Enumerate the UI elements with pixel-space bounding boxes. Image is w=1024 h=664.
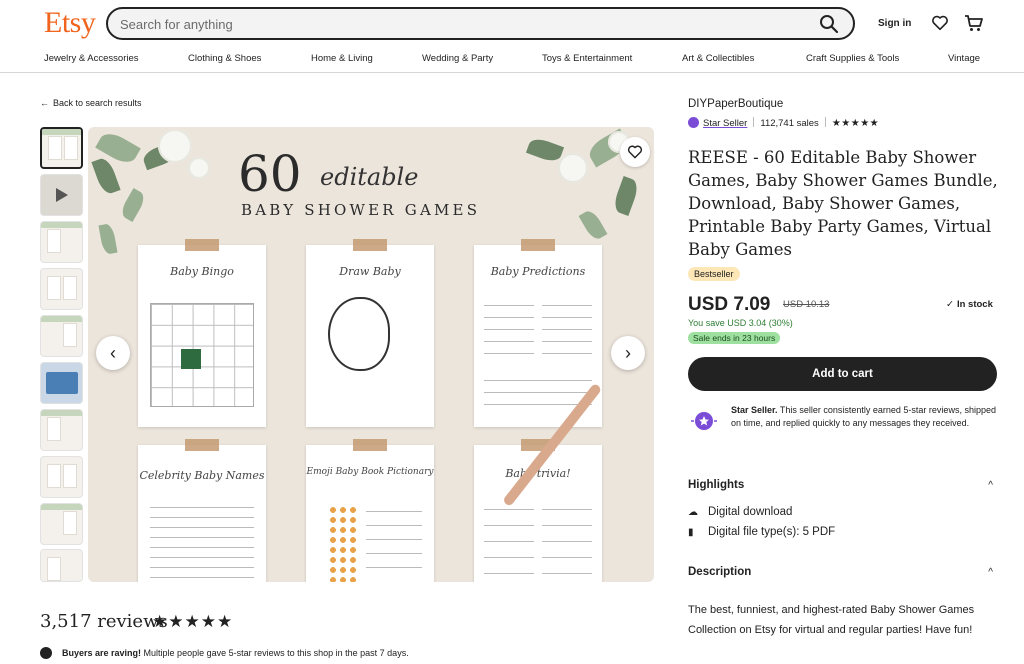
thumbnail-9[interactable]: [40, 503, 83, 545]
current-price: USD 7.09: [688, 294, 771, 315]
description-heading: Description: [688, 566, 752, 578]
card-emoji-pictionary: Emoji Baby Book Pictionary: [306, 439, 434, 582]
shop-rating-stars[interactable]: ★★★★★: [832, 118, 879, 129]
original-price: USD 10.13: [783, 299, 830, 310]
header-divider: [0, 72, 1024, 73]
next-image-button[interactable]: ›: [611, 336, 645, 370]
image-title-number: 60: [238, 145, 302, 203]
thumbnail-7[interactable]: [40, 409, 83, 451]
thumbnail-4[interactable]: [40, 268, 83, 310]
thumbnail-5[interactable]: [40, 315, 83, 357]
savings-text: You save USD 3.04 (30%): [688, 318, 793, 328]
star-seller-icon: [688, 117, 699, 128]
thumbnail-3[interactable]: [40, 221, 83, 263]
highlight-digital-download: ☁ Digital download: [688, 506, 792, 518]
thumbnail-1[interactable]: [40, 127, 83, 169]
thumbnail-8[interactable]: [40, 456, 83, 498]
image-title-script: editable: [320, 163, 419, 191]
category-vintage[interactable]: Vintage: [948, 53, 980, 64]
star-seller-bold: Star Seller.: [731, 405, 778, 415]
chevron-up-icon: ^: [988, 480, 993, 491]
highlight-label: Digital file type(s): 5 PDF: [708, 526, 836, 538]
card-title: Baby Predictions: [490, 265, 586, 278]
chevron-left-icon: ‹: [110, 343, 116, 363]
star-seller-description: Star Seller. This seller consistently ea…: [731, 404, 997, 429]
category-craft[interactable]: Craft Supplies & Tools: [806, 53, 899, 64]
image-subtitle: BABY SHOWER GAMES: [241, 201, 481, 219]
chevron-up-icon: ^: [988, 567, 993, 578]
category-jewelry[interactable]: Jewelry & Accessories: [44, 53, 139, 64]
chevron-right-icon: ›: [625, 343, 631, 363]
search-icon[interactable]: [819, 14, 839, 34]
sales-count: 112,741 sales: [760, 118, 819, 129]
buyers-raving-banner: Buyers are raving! Multiple people gave …: [40, 647, 409, 659]
favorite-button[interactable]: [620, 137, 650, 167]
star-seller-badge-icon: [691, 412, 717, 430]
seller-info-row: Star Seller 112,741 sales ★★★★★: [688, 117, 879, 129]
download-icon: ☁: [688, 507, 698, 518]
stock-status: ✓ In stock: [946, 299, 993, 310]
play-icon: [56, 188, 68, 202]
search-bar: [106, 7, 855, 40]
cart-icon[interactable]: [964, 13, 984, 33]
etsy-logo[interactable]: Etsy: [44, 6, 96, 40]
sale-ends-badge: Sale ends in 23 hours: [688, 332, 781, 344]
thumbnail-strip: [40, 127, 83, 582]
reviews-stars: ★★★★★: [152, 612, 234, 631]
product-title: REESE - 60 Editable Baby Shower Games, B…: [688, 148, 998, 259]
category-art[interactable]: Art & Collectibles: [682, 53, 754, 64]
card-title: Baby Bingo: [170, 265, 234, 278]
reviews-count: 3,517 reviews: [40, 611, 168, 632]
star-seller-info: Star Seller. This seller consistently ea…: [688, 404, 1000, 444]
prev-image-button[interactable]: ‹: [96, 336, 130, 370]
back-to-search-link[interactable]: ← Back to search results: [40, 98, 142, 108]
card-celebrity-baby-names: Celebrity Baby Names: [138, 439, 266, 582]
file-icon: ▮: [688, 527, 694, 538]
site-header: Etsy Sign in: [0, 0, 1024, 46]
check-icon: ✓: [946, 299, 954, 310]
category-toys[interactable]: Toys & Entertainment: [542, 53, 632, 64]
raving-text: Multiple people gave 5-star reviews to t…: [141, 648, 409, 658]
card-title: Emoji Baby Book Pictionary: [306, 467, 434, 477]
description-header[interactable]: Description ^: [688, 566, 997, 578]
highlight-label: Digital download: [708, 506, 793, 518]
star-seller-link[interactable]: Star Seller: [703, 118, 747, 129]
product-main-image[interactable]: 60 editable BABY SHOWER GAMES Baby Bingo…: [88, 127, 654, 582]
heart-icon: [627, 145, 643, 159]
category-nav: Jewelry & Accessories Clothing & Shoes H…: [0, 50, 1024, 70]
shop-name-link[interactable]: DIYPaperBoutique: [688, 98, 783, 110]
highlights-heading: Highlights: [688, 479, 745, 491]
thumbnail-video[interactable]: [40, 174, 83, 216]
card-title: Draw Baby: [339, 265, 401, 278]
thumbnail-6[interactable]: [40, 362, 83, 404]
bestseller-badge: Bestseller: [688, 267, 740, 281]
badge-icon: [40, 647, 52, 659]
description-text: The best, funniest, and highest-rated Ba…: [688, 604, 975, 636]
search-input[interactable]: [120, 15, 800, 33]
highlights-header[interactable]: Highlights ^: [688, 479, 997, 491]
card-title: Celebrity Baby Names: [139, 469, 265, 482]
category-home[interactable]: Home & Living: [311, 53, 373, 64]
stock-label: In stock: [956, 299, 993, 310]
arrow-left-icon: ←: [40, 98, 49, 108]
heart-icon[interactable]: [931, 14, 949, 32]
raving-bold: Buyers are raving!: [62, 648, 142, 658]
highlight-file-types: ▮ Digital file type(s): 5 PDF: [688, 526, 835, 538]
category-clothing[interactable]: Clothing & Shoes: [188, 53, 261, 64]
card-baby-bingo: Baby Bingo: [138, 239, 266, 427]
thumbnail-10[interactable]: [40, 549, 83, 582]
add-to-cart-button[interactable]: Add to cart: [688, 357, 997, 391]
sign-in-link[interactable]: Sign in: [878, 18, 911, 29]
card-draw-baby: Draw Baby: [306, 239, 434, 427]
category-wedding[interactable]: Wedding & Party: [422, 53, 493, 64]
back-label: Back to search results: [53, 98, 142, 108]
